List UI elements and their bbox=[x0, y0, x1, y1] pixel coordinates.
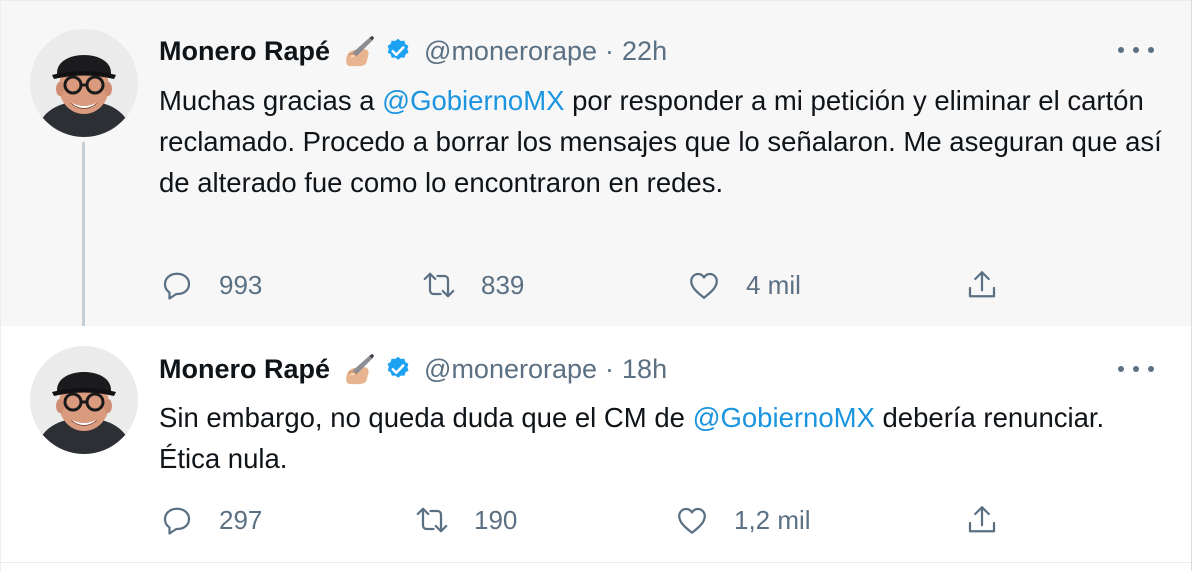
author-handle[interactable]: @monerorape bbox=[424, 354, 597, 385]
separator: · bbox=[605, 35, 615, 66]
retweet-button[interactable]: 190 bbox=[414, 500, 517, 540]
verified-badge-icon bbox=[386, 355, 410, 380]
more-options-icon[interactable] bbox=[1118, 43, 1154, 57]
like-count: 4 mil bbox=[746, 269, 801, 300]
like-count: 1,2 mil bbox=[734, 504, 811, 535]
reply-count: 993 bbox=[219, 269, 263, 300]
share-icon bbox=[968, 506, 996, 533]
retweet-button[interactable]: 839 bbox=[421, 265, 524, 305]
avatar-image bbox=[30, 346, 138, 454]
divider bbox=[1, 562, 1191, 563]
thread-connector-line bbox=[82, 142, 85, 337]
tweet-text: Muchas gracias a @GobiernoMX por respond… bbox=[159, 80, 1169, 203]
like-button[interactable]: 4 mil bbox=[686, 265, 801, 305]
tweet-header: Monero Rapé @monerorape · 22h bbox=[159, 31, 667, 71]
tweet-text: Sin embargo, no queda duda que el CM de … bbox=[159, 397, 1169, 479]
writing-hand-icon bbox=[345, 353, 375, 385]
tweet-2[interactable]: Monero Rapé @monerorape · 18h Sin embarg… bbox=[1, 326, 1191, 562]
more-options-icon[interactable] bbox=[1118, 362, 1154, 376]
reply-count: 297 bbox=[219, 504, 263, 535]
reply-button[interactable]: 297 bbox=[159, 500, 262, 540]
retweet-count: 839 bbox=[481, 269, 525, 300]
share-button[interactable] bbox=[964, 265, 1000, 305]
avatar[interactable] bbox=[30, 346, 138, 454]
timestamp[interactable]: 22h bbox=[622, 36, 667, 67]
author-handle[interactable]: @monerorape bbox=[424, 36, 597, 67]
retweet-count: 190 bbox=[474, 504, 518, 535]
heart-icon bbox=[690, 272, 718, 299]
mention-link[interactable]: @GobiernoMX bbox=[693, 402, 875, 433]
avatar[interactable] bbox=[30, 29, 138, 137]
text-segment: Muchas gracias a bbox=[159, 85, 383, 116]
verified-badge-icon bbox=[386, 37, 410, 62]
tweet-actions: 993 839 4 mil bbox=[159, 265, 1039, 305]
timestamp[interactable]: 18h bbox=[622, 354, 667, 385]
share-icon bbox=[968, 271, 996, 298]
tweet-header: Monero Rapé @monerorape · 18h bbox=[159, 349, 667, 389]
separator: · bbox=[605, 353, 615, 384]
mention-link[interactable]: @GobiernoMX bbox=[382, 85, 564, 116]
avatar-image bbox=[30, 29, 138, 137]
like-button[interactable]: 1,2 mil bbox=[674, 500, 811, 540]
reply-icon bbox=[163, 507, 191, 535]
heart-icon bbox=[678, 507, 706, 534]
retweet-icon bbox=[423, 272, 455, 298]
tweet-thread: Monero Rapé @monerorape · 22h Muchas gra… bbox=[0, 0, 1192, 571]
text-segment: Sin embargo, no queda duda que el CM de bbox=[159, 402, 693, 433]
writing-hand-icon bbox=[345, 35, 375, 67]
tweet-actions: 297 190 1,2 mil bbox=[159, 500, 1039, 540]
reply-icon bbox=[163, 272, 191, 300]
share-button[interactable] bbox=[964, 500, 1000, 540]
author-name[interactable]: Monero Rapé bbox=[159, 354, 330, 385]
retweet-icon bbox=[416, 507, 448, 533]
author-name[interactable]: Monero Rapé bbox=[159, 36, 330, 67]
tweet-1[interactable]: Monero Rapé @monerorape · 22h Muchas gra… bbox=[1, 0, 1191, 327]
reply-button[interactable]: 993 bbox=[159, 265, 262, 305]
